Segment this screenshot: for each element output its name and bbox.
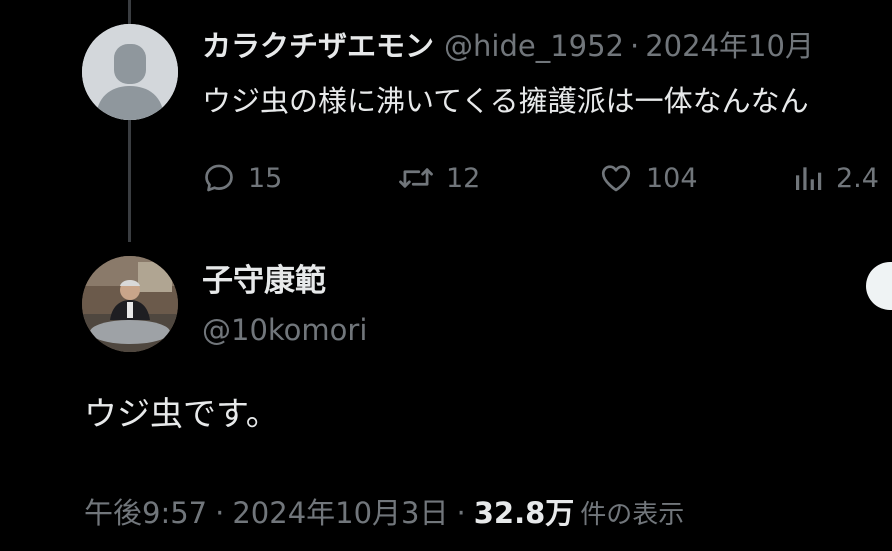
profile-photo-icon [82, 256, 178, 352]
heart-icon [601, 165, 631, 192]
parent-handle[interactable]: @hide_1952 [444, 29, 624, 63]
parent-action-bar: 15 12 104 2.4 [202, 158, 892, 198]
tweet-meta-row: 午後9:57 · 2024年10月3日 · 32.8万 件の表示 [84, 494, 684, 534]
parent-meta: @hide_1952 · 2024年10月 [444, 29, 814, 63]
retweet-icon [399, 168, 433, 188]
tweet-thread-view: カラクチザエモン @hide_1952 · 2024年10月 ウジ虫の様に沸いてくる擁… [0, 0, 892, 551]
retweet-button[interactable]: 12 [398, 158, 480, 198]
reply-button[interactable]: 15 [202, 158, 282, 198]
like-count: 104 [646, 162, 698, 194]
meta-separator: · [215, 496, 225, 530]
views-button[interactable]: 2.4 [792, 158, 879, 198]
views-count: 2.4 [836, 162, 879, 194]
main-display-name[interactable]: 子守康範 [202, 262, 326, 300]
analytics-icon [796, 167, 822, 190]
main-tweet-text: ウジ虫です。 [84, 394, 279, 433]
parent-separator: · [630, 29, 640, 63]
parent-avatar[interactable] [82, 24, 178, 120]
tweet-views-label: 件の表示 [580, 500, 685, 530]
default-avatar-icon [82, 24, 178, 120]
tweet-views-count[interactable]: 32.8万 [474, 496, 575, 530]
parent-display-name[interactable]: カラクチザエモン [202, 29, 434, 63]
follow-button[interactable] [866, 262, 892, 310]
parent-date[interactable]: 2024年10月 [645, 29, 814, 63]
tweet-time[interactable]: 午後9:57 [84, 496, 207, 530]
like-button[interactable]: 104 [598, 158, 698, 198]
reply-icon [205, 164, 233, 192]
main-avatar[interactable] [82, 256, 178, 352]
main-handle[interactable]: @10komori [202, 312, 367, 348]
retweet-count: 12 [446, 162, 481, 194]
tweet-date[interactable]: 2024年10月3日 [232, 496, 448, 530]
parent-tweet-header: カラクチザエモン @hide_1952 · 2024年10月 [202, 28, 814, 64]
parent-tweet-text: ウジ虫の様に沸いてくる擁護派は一体なんなん [202, 84, 809, 118]
reply-count: 15 [248, 162, 283, 194]
meta-separator-2: · [456, 496, 466, 530]
